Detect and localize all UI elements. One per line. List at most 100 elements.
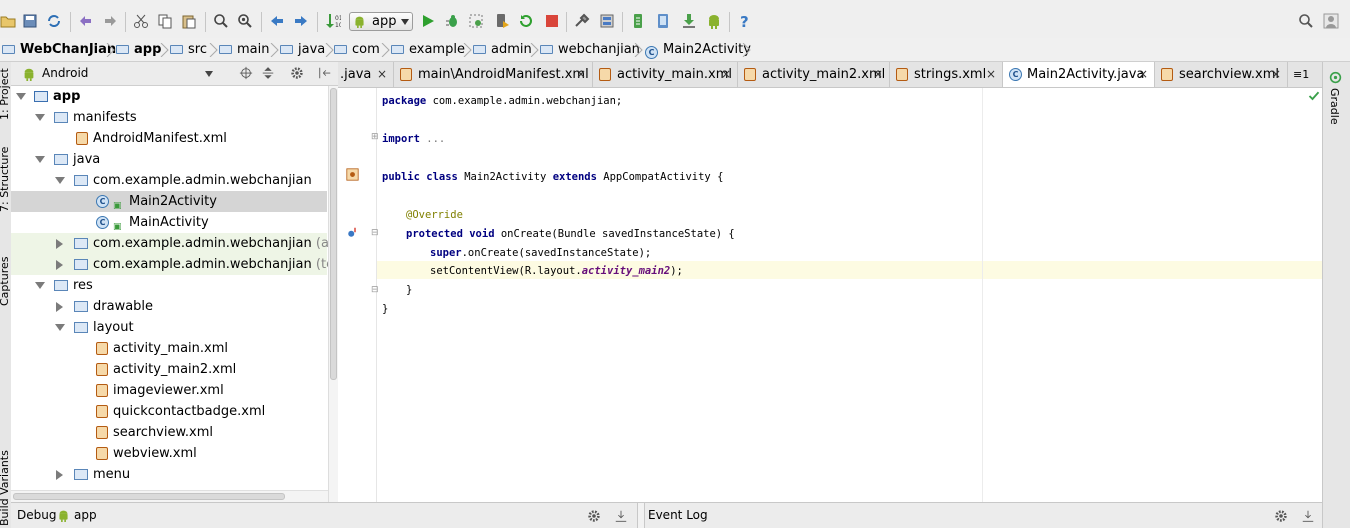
tree-item-quickcontactbadge-xml[interactable]: quickcontactbadge.xml [11,401,327,422]
expand-arrow-icon[interactable] [16,93,26,100]
tab-close-button[interactable]: × [1271,62,1281,87]
rerun-icon[interactable] [518,13,534,29]
fold-marker-icon[interactable]: ⊟ [371,285,379,295]
tab-strings[interactable]: strings.xml × [890,62,1003,87]
back-icon[interactable] [269,13,285,29]
gear-icon[interactable] [1274,509,1288,523]
sync-gradle-icon[interactable] [630,13,646,29]
hide-panel-icon[interactable] [318,66,332,80]
run-configuration-select[interactable]: app [349,12,413,31]
tab-close-button[interactable]: × [1138,62,1148,87]
panel-splitter[interactable] [637,503,645,528]
tree-item-drawable[interactable]: drawable [11,296,327,317]
tree-item-menu[interactable]: menu [11,464,327,485]
tool-tab-build-variants[interactable]: Build Variants [0,450,11,526]
breadcrumb-item-java[interactable]: java [280,38,325,62]
collapse-arrow-icon[interactable] [56,302,63,312]
breadcrumb-item-example[interactable]: example [391,38,465,62]
make-icon[interactable]: 0110 [325,13,341,29]
tree-item-java[interactable]: java [11,149,327,170]
scroll-from-source-icon[interactable] [239,66,253,80]
expand-arrow-icon[interactable] [35,114,45,121]
forward-icon[interactable] [293,13,309,29]
scrollbar-thumb[interactable] [13,493,285,500]
project-view-mode-select[interactable]: Android [42,62,88,85]
breadcrumb-item-src[interactable]: src [170,38,207,62]
find-icon[interactable] [213,13,229,29]
tree-item-manifests[interactable]: manifests [11,107,327,128]
save-icon[interactable] [22,13,38,29]
tab-searchview[interactable]: searchview.xml × [1155,62,1288,87]
debug-icon[interactable] [444,13,460,29]
tab-close-button[interactable]: × [377,62,387,87]
collapse-arrow-icon[interactable] [56,470,63,480]
run-icon[interactable] [420,13,436,29]
stop-icon[interactable] [544,13,560,29]
minimize-panel-icon[interactable] [1301,509,1315,523]
search-everywhere-icon[interactable] [1298,13,1314,29]
tree-item-searchview-xml[interactable]: searchview.xml [11,422,327,443]
avd-manager-icon[interactable] [655,13,671,29]
chevron-down-icon[interactable] [205,71,213,77]
help-icon[interactable]: ? [737,13,753,29]
undo-icon[interactable] [78,13,94,29]
breadcrumb-item-webchanjian[interactable]: webchanjian [540,38,640,62]
tab-activity-main2[interactable]: activity_main2.xml × [738,62,890,87]
implements-gutter-icon[interactable] [346,168,359,181]
sdk-manager-icon[interactable] [599,13,615,29]
paste-icon[interactable] [181,13,197,29]
tab-partial-java[interactable]: .java × [338,62,394,87]
tool-tab-captures[interactable]: Captures [0,257,11,306]
cut-icon[interactable] [133,13,149,29]
tree-item-activity-main2-xml[interactable]: activity_main2.xml [11,359,327,380]
sync-icon[interactable] [46,13,62,29]
tab-overflow-button[interactable]: ≡1 [1293,62,1309,87]
download-icon[interactable] [681,13,697,29]
breadcrumb-item-main2activity[interactable]: C Main2Activity [645,38,751,62]
tree-item-main2activity[interactable]: C ▣ Main2Activity [11,191,327,212]
tree-item-package-test[interactable]: com.example.admin.webchanjian (test) [11,254,338,275]
tree-item-layout[interactable]: layout [11,317,327,338]
expand-arrow-icon[interactable] [55,324,65,331]
debug-panel-title[interactable]: Debug [17,503,56,528]
breadcrumb-item-admin[interactable]: admin [473,38,532,62]
open-icon[interactable] [0,13,16,29]
tab-activity-main[interactable]: activity_main.xml × [593,62,738,87]
tab-close-button[interactable]: × [986,62,996,87]
minimize-panel-icon[interactable] [614,509,628,523]
tab-close-button[interactable]: × [721,62,731,87]
expand-arrow-icon[interactable] [35,282,45,289]
tree-item-activity-main-xml[interactable]: activity_main.xml [11,338,327,359]
tab-close-button[interactable]: × [576,62,586,87]
override-gutter-icon[interactable] [346,227,358,239]
tool-tab-structure[interactable]: 7: Structure [0,147,11,212]
expand-arrow-icon[interactable] [55,177,65,184]
collapse-arrow-icon[interactable] [56,239,63,249]
code-editor[interactable]: ⊞ ⊟ ⊟ package com.example.admin.webchanj… [338,88,1322,502]
tree-item-app[interactable]: app [11,86,327,107]
event-log-panel-title[interactable]: Event Log [648,503,708,528]
tool-tab-project[interactable]: 1: Project [0,68,11,120]
fold-marker-icon[interactable]: ⊟ [371,228,379,238]
tree-item-res[interactable]: res [11,275,327,296]
gear-icon[interactable] [290,66,304,80]
tab-androidmanifest[interactable]: main\AndroidManifest.xml × [394,62,593,87]
apply-changes-icon[interactable] [494,13,510,29]
android-monitor-icon[interactable] [706,13,722,29]
project-structure-icon[interactable] [574,13,590,29]
tree-item-androidmanifest[interactable]: AndroidManifest.xml [11,128,327,149]
tab-close-button[interactable]: × [873,62,883,87]
tree-item-mainactivity[interactable]: C ▣ MainActivity [11,212,327,233]
breadcrumb-item-app[interactable]: app [116,38,161,62]
expand-arrow-icon[interactable] [35,156,45,163]
fold-marker-icon[interactable]: ⊞ [371,132,379,142]
collapse-arrow-icon[interactable] [56,260,63,270]
avatar-icon[interactable] [1323,13,1339,29]
breadcrumb-item-main[interactable]: main [219,38,269,62]
redo-icon[interactable] [102,13,118,29]
gear-icon[interactable] [587,509,601,523]
tool-tab-gradle[interactable]: Gradle [1328,88,1341,125]
scrollbar-thumb[interactable] [330,88,337,380]
copy-icon[interactable] [157,13,173,29]
tree-item-package-androidtest[interactable]: com.example.admin.webchanjian (andro [11,233,338,254]
